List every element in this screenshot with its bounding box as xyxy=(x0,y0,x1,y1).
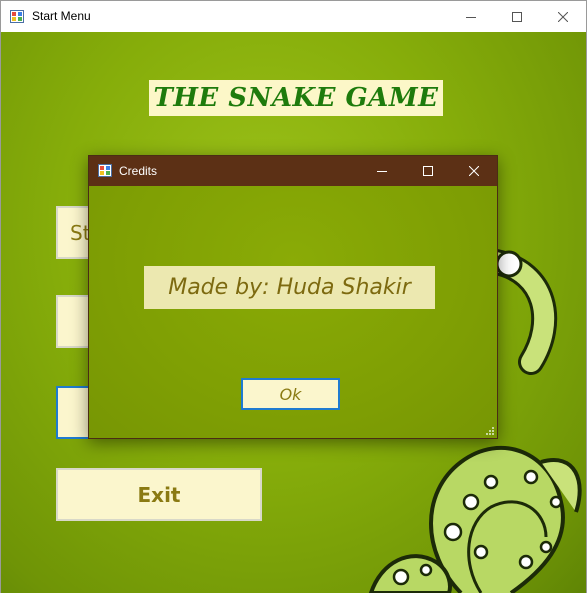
maximize-button[interactable] xyxy=(494,1,540,32)
dialog-title-bar[interactable]: Credits xyxy=(89,156,497,186)
dialog-title: Credits xyxy=(119,164,158,178)
title-bar[interactable]: Start Menu xyxy=(1,1,586,32)
app-icon xyxy=(10,10,24,23)
credits-label: Made by: Huda Shakir xyxy=(144,266,435,309)
minimize-button[interactable] xyxy=(448,1,494,32)
dialog-minimize-button[interactable] xyxy=(359,156,405,186)
minimize-icon xyxy=(466,16,476,18)
close-icon xyxy=(558,11,568,22)
minimize-icon xyxy=(377,171,387,172)
ok-button[interactable]: Ok xyxy=(241,378,340,410)
close-icon xyxy=(469,166,479,176)
dialog-maximize-button[interactable] xyxy=(405,156,451,186)
close-button[interactable] xyxy=(540,1,586,32)
dialog-client-area: Made by: Huda Shakir Ok xyxy=(89,186,497,438)
maximize-icon xyxy=(423,166,433,176)
window-title: Start Menu xyxy=(32,9,91,23)
credits-dialog: Credits Made by: Huda Shakir Ok xyxy=(88,155,498,439)
dialog-app-icon xyxy=(98,164,112,177)
maximize-icon xyxy=(512,11,522,22)
dialog-close-button[interactable] xyxy=(451,156,497,186)
resize-grip-icon[interactable] xyxy=(485,426,494,435)
exit-button[interactable]: Exit xyxy=(56,468,262,521)
game-title: THE SNAKE GAME xyxy=(149,80,443,116)
